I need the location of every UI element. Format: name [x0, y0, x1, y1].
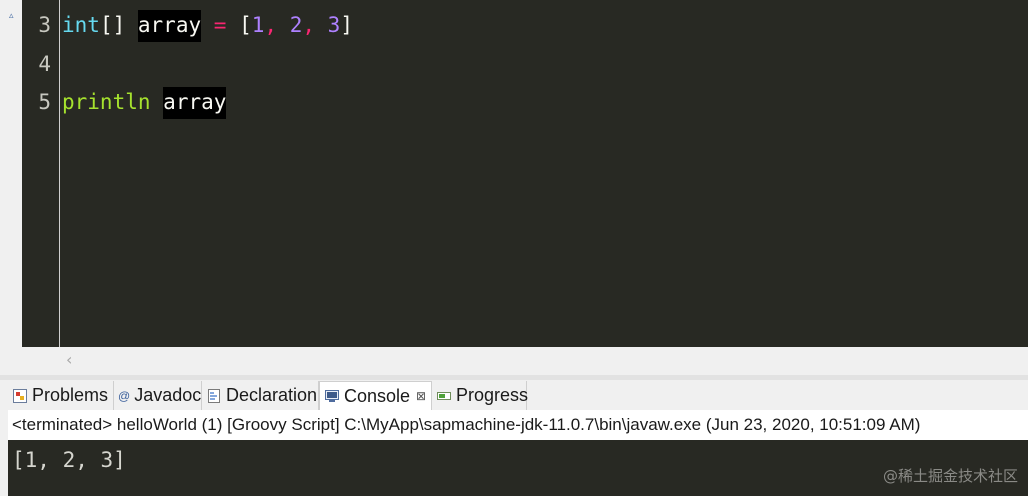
declaration-icon [206, 388, 222, 404]
tab-label: Console [344, 385, 411, 406]
tab-problems[interactable]: Problems [8, 381, 114, 410]
array-brackets: [] [99, 13, 126, 37]
close-bracket: ] [340, 13, 353, 37]
line-number: 3 [38, 13, 51, 37]
code-line-3[interactable]: int[] array = [1, 2, 3] [62, 10, 353, 42]
comma: , [302, 13, 316, 37]
code-editor[interactable]: ▵ 3 4 5 int[] array = [1, 2, 3] println … [0, 0, 1028, 347]
console-status-line: <terminated> helloWorld (1) [Groovy Scri… [8, 410, 1028, 440]
number-literal: 3 [327, 13, 341, 37]
tab-javadoc[interactable]: @ Javadoc [114, 381, 202, 410]
tab-progress[interactable]: Progress [432, 381, 529, 410]
fold-collapse-icon[interactable]: ▵ [9, 12, 19, 21]
problems-icon [12, 388, 28, 404]
function-name: println [62, 90, 151, 114]
editor-overview-ruler: ▵ [0, 0, 22, 347]
console-output-text: [1, 2, 3] [12, 448, 126, 472]
code-line-5[interactable]: println array [62, 87, 227, 119]
tab-label: Problems [32, 385, 109, 405]
line-number: 5 [38, 90, 51, 114]
variable-occurrence-highlight: array [163, 87, 227, 119]
comma: , [264, 13, 278, 37]
type-keyword: int [62, 13, 100, 37]
tab-label: Declaration [226, 385, 318, 405]
close-icon[interactable]: ⊠ [416, 389, 426, 403]
console-icon [324, 388, 340, 404]
number-literal: 1 [251, 13, 265, 37]
variable-occurrence-highlight: array [137, 10, 202, 42]
tab-declaration[interactable]: Declaration [202, 381, 319, 410]
panel-separator[interactable] [0, 375, 1028, 380]
watermark: @稀土掘金技术社区 [882, 467, 1018, 485]
view-tab-bar: Problems @ Javadoc Declaration Console ⊠… [8, 381, 1028, 410]
number-literal: 2 [289, 13, 303, 37]
tab-label: Progress [456, 385, 529, 405]
tab-console[interactable]: Console ⊠ [319, 381, 432, 410]
at-icon: @ [118, 388, 131, 403]
progress-icon [436, 388, 452, 404]
open-bracket: [ [239, 13, 252, 37]
tab-label: Javadoc [134, 385, 202, 405]
horizontal-scrollbar[interactable]: ‹ [0, 347, 1028, 375]
code-area[interactable] [60, 0, 1028, 347]
assign-operator: = [213, 13, 227, 37]
console-output-area[interactable]: [1, 2, 3] @稀土掘金技术社区 [8, 440, 1028, 496]
scroll-left-icon[interactable]: ‹ [66, 351, 80, 369]
line-number: 4 [38, 52, 51, 76]
